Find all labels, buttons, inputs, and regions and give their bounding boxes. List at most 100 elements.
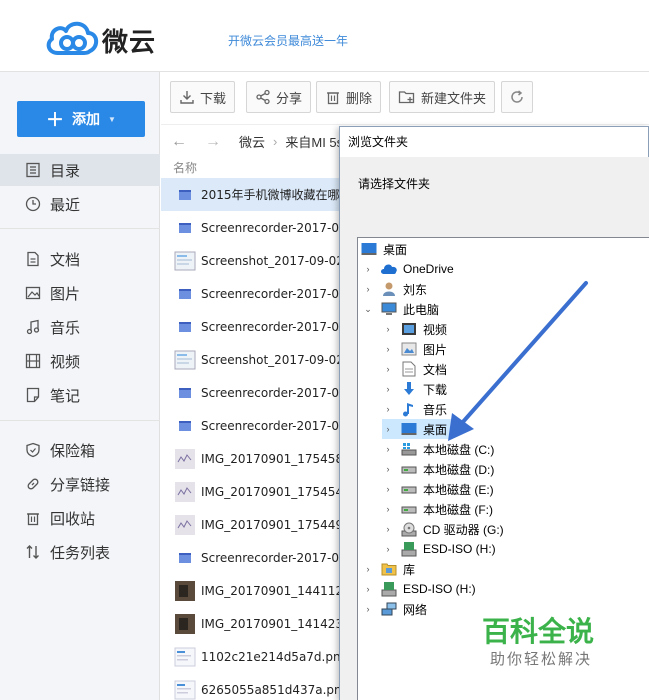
file-name: 6265055a851d437a.png (201, 682, 341, 697)
app-header: 微云 开微云会员最高送一年 (0, 0, 649, 72)
sidebar-item-label: 最近 (50, 196, 81, 214)
file-row[interactable]: IMG_20170901_175449.jpg (161, 508, 341, 541)
download-button[interactable]: 下载 (170, 81, 236, 113)
sidebar-item-task-list[interactable]: 任务列表 (0, 536, 160, 568)
file-row[interactable]: IMG_20170901_144112.jpg (161, 574, 341, 607)
video-file-icon (173, 546, 197, 570)
column-header-name[interactable]: 名称 (161, 158, 341, 178)
sidebar-item-pictures[interactable]: 图片 (0, 277, 160, 309)
video-file-icon (173, 414, 197, 438)
file-row[interactable]: 6265055a851d437a.png (161, 673, 341, 700)
image-thumbnail-icon (173, 678, 197, 700)
image-thumbnail-icon (173, 579, 197, 603)
file-row[interactable]: Screenshot_2017-09-02-10-... (161, 244, 341, 277)
file-row[interactable]: IMG_20170901_175458.jpg (161, 442, 341, 475)
video-file-icon (173, 381, 197, 405)
file-row[interactable]: IMG_20170901_175454.jpg (161, 475, 341, 508)
clock-icon (24, 195, 42, 213)
file-row[interactable]: Screenrecorder-2017-09-02-... (161, 277, 341, 310)
document-icon (24, 250, 42, 268)
video-file-icon (173, 282, 197, 306)
share-button[interactable]: 分享 (246, 81, 312, 113)
breadcrumb-root[interactable]: 微云 (239, 132, 265, 151)
file-name: IMG_20170901_175458.jpg (201, 451, 341, 466)
file-row[interactable]: 2015年手机微博收藏在哪... (161, 178, 341, 211)
file-name: 1102c21e214d5a7d.png (201, 649, 341, 664)
trash-icon (327, 92, 339, 105)
sidebar: ＋ 添加 ▼ 目录 最近 文档 图片 音乐 视频 笔记 保险箱 分享链接 回收站… (0, 72, 160, 700)
file-name: Screenrecorder-2017-09-01-... (201, 550, 341, 565)
file-name: Screenrecorder-2017-09-02-... (201, 286, 341, 301)
sidebar-item-catalog[interactable]: 目录 (0, 154, 160, 186)
file-row[interactable]: Screenrecorder-2017-09-02-... (161, 376, 341, 409)
file-name: Screenrecorder-2017-09-02-... (201, 220, 341, 235)
file-row[interactable]: IMG_20170901_141423.jpg (161, 607, 341, 640)
weiyun-logo-icon[interactable] (44, 19, 100, 57)
image-thumbnail-icon (173, 513, 197, 537)
image-thumbnail-icon (173, 480, 197, 504)
file-row[interactable]: 1102c21e214d5a7d.png (161, 640, 341, 673)
chevron-right-icon: › (273, 134, 278, 149)
shield-icon (24, 441, 42, 459)
new-folder-button[interactable]: 新建文件夹 (389, 81, 496, 113)
download-icon (180, 91, 194, 104)
file-name: Screenrecorder-2017-09-02-... (201, 385, 341, 400)
screenshot-thumbnail-icon (173, 348, 197, 372)
sidebar-item-label: 视频 (50, 353, 81, 371)
refresh-button[interactable] (501, 81, 533, 113)
sidebar-item-label: 目录 (50, 162, 81, 180)
video-file-icon (173, 216, 197, 240)
file-row[interactable]: Screenrecorder-2017-09-01-... (161, 541, 341, 574)
file-row[interactable]: Screenrecorder-2017-09-01-... (161, 409, 341, 442)
sidebar-item-label: 笔记 (50, 387, 81, 405)
new-folder-label: 新建文件夹 (421, 90, 487, 106)
image-thumbnail-icon (173, 645, 197, 669)
task-list-icon (24, 543, 42, 561)
sidebar-item-notes[interactable]: 笔记 (0, 379, 160, 411)
new-folder-icon (398, 91, 415, 104)
file-name: Screenrecorder-2017-09-01-... (201, 418, 341, 433)
sidebar-item-label: 回收站 (50, 510, 96, 528)
watermark-subtitle: 助你轻松解决 (490, 651, 593, 668)
delete-button[interactable]: 删除 (316, 81, 382, 113)
image-thumbnail-icon (173, 447, 197, 471)
sidebar-item-documents[interactable]: 文档 (0, 243, 160, 275)
sidebar-item-recycle-bin[interactable]: 回收站 (0, 502, 160, 534)
sidebar-item-label: 分享链接 (50, 476, 111, 494)
file-list: 名称 2015年手机微博收藏在哪... Screenrecorder-2017-0… (161, 158, 341, 700)
file-row[interactable]: Screenshot_2017-09-02-08-... (161, 343, 341, 376)
file-name: 2015年手机微博收藏在哪... (201, 188, 341, 202)
file-name: IMG_20170901_141423.jpg (201, 616, 341, 631)
sidebar-item-safe[interactable]: 保险箱 (0, 434, 160, 466)
sidebar-item-video[interactable]: 视频 (0, 345, 160, 377)
file-name: IMG_20170901_175454.jpg (201, 484, 341, 499)
share-label: 分享 (276, 90, 303, 106)
file-name: Screenshot_2017-09-02-08-... (201, 352, 341, 367)
music-icon (24, 318, 42, 336)
file-row[interactable]: Screenrecorder-2017-09-02-... (161, 310, 341, 343)
add-button[interactable]: ＋ 添加 ▼ (17, 101, 145, 137)
file-row[interactable]: Screenrecorder-2017-09-02-... (161, 211, 341, 244)
sidebar-item-label: 文档 (50, 251, 81, 269)
sidebar-divider (0, 228, 160, 229)
file-name: IMG_20170901_175449.jpg (201, 517, 341, 532)
file-name: IMG_20170901_144112.jpg (201, 583, 341, 598)
picture-icon (24, 284, 42, 302)
sidebar-item-label: 任务列表 (50, 544, 111, 562)
sidebar-item-music[interactable]: 音乐 (0, 311, 160, 343)
toolbar: 下载 分享 删除 新建文件夹 (161, 72, 649, 124)
image-thumbnail-icon (173, 612, 197, 636)
sidebar-item-recent[interactable]: 最近 (0, 188, 160, 220)
membership-promo-link[interactable]: 开微云会员最高送一年 (228, 32, 348, 49)
video-icon (24, 352, 42, 370)
file-name: Screenrecorder-2017-09-02-... (201, 319, 341, 334)
back-arrow-icon[interactable]: ← (171, 133, 187, 151)
caret-down-icon: ▼ (108, 114, 116, 124)
share-icon (256, 89, 270, 105)
download-label: 下载 (200, 90, 227, 106)
sidebar-item-share-links[interactable]: 分享链接 (0, 468, 160, 500)
refresh-icon (511, 90, 523, 103)
forward-arrow-icon[interactable]: → (205, 133, 221, 151)
catalog-icon (24, 161, 42, 179)
link-icon (24, 475, 42, 493)
